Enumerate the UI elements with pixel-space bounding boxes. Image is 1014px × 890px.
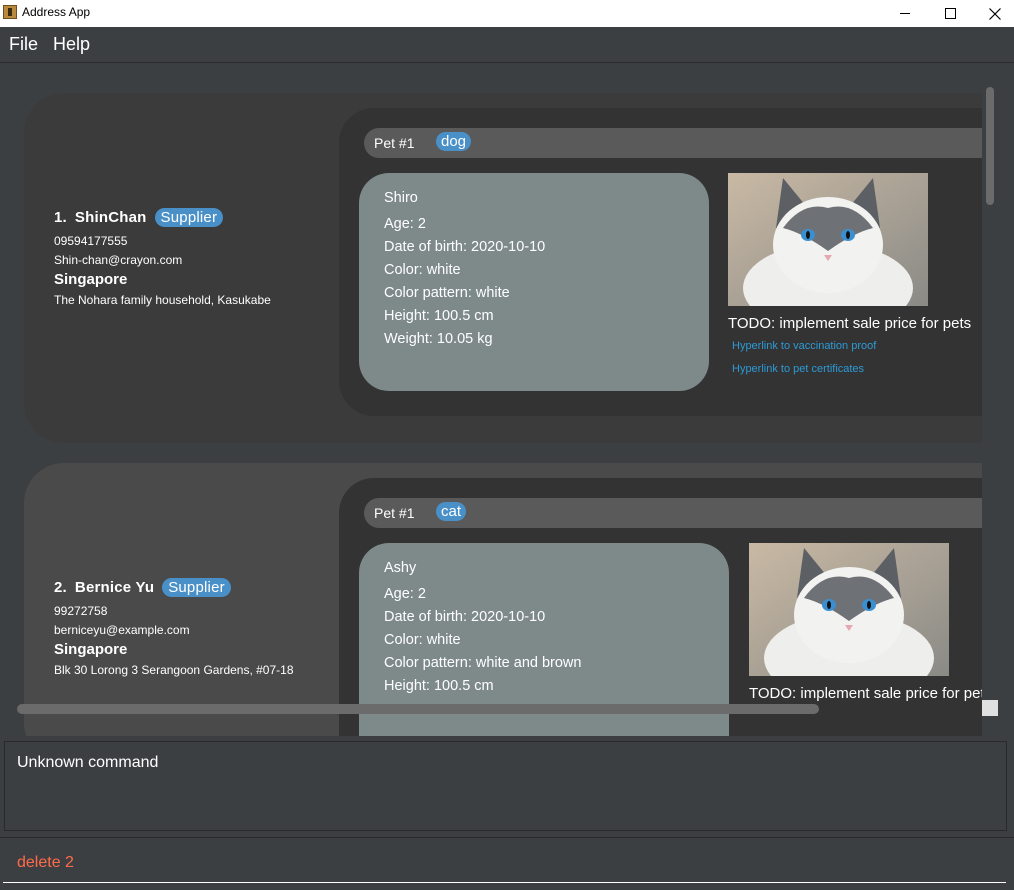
pet-header: Pet #1 dog — [364, 128, 982, 158]
pet-height: Height: 100.5 cm — [384, 678, 494, 694]
close-button[interactable] — [972, 0, 1014, 27]
pet-dob: Date of birth: 2020-10-10 — [384, 239, 546, 255]
pet-name: Ashy — [384, 560, 417, 576]
command-box[interactable]: delete 2 — [0, 837, 1014, 890]
scroll-corner — [982, 700, 998, 716]
vaccination-proof-link[interactable]: Hyperlink to vaccination proof — [732, 340, 876, 352]
menu-file[interactable]: File — [9, 34, 38, 55]
pet-photo — [749, 543, 949, 676]
pet-species-tag: cat — [436, 502, 467, 521]
person-details: 2. Bernice Yu Supplier 99272758 bernicey… — [54, 578, 294, 677]
pet-weight: Weight: 10.05 kg — [384, 331, 493, 347]
person-details: 1. ShinChan Supplier 09594177555 Shin-ch… — [54, 208, 271, 307]
person-address: Blk 30 Lorong 3 Serangoon Gardens, #07-1… — [54, 663, 294, 677]
person-tag: Supplier — [162, 578, 231, 597]
pet-species-tag: dog — [436, 132, 472, 151]
pet-color: Color: white — [384, 262, 461, 278]
person-email: Shin-chan@crayon.com — [54, 253, 183, 267]
person-index: 2. — [54, 579, 67, 596]
window-title: Address App — [22, 5, 91, 19]
person-card[interactable]: 1. ShinChan Supplier 09594177555 Shin-ch… — [24, 93, 982, 443]
command-input-underline — [3, 882, 1006, 883]
pet-sale-price-todo: TODO: implement sale price for pets — [728, 315, 972, 332]
title-bar: Address App — [0, 0, 1014, 27]
person-list[interactable]: 1. ShinChan Supplier 09594177555 Shin-ch… — [0, 63, 1014, 736]
person-card[interactable]: 2. Bernice Yu Supplier 99272758 bernicey… — [24, 463, 982, 736]
person-city: Singapore — [54, 641, 128, 658]
pet-number: Pet #1 — [374, 135, 415, 151]
person-phone: 99272758 — [54, 604, 108, 618]
person-address: The Nohara family household, Kasukabe — [54, 293, 271, 307]
person-name: ShinChan — [74, 209, 147, 226]
result-display[interactable]: Unknown command — [4, 741, 1007, 831]
pet-height: Height: 100.5 cm — [384, 308, 494, 324]
maximize-icon — [944, 8, 956, 19]
pet-certificates-link[interactable]: Hyperlink to pet certificates — [732, 363, 864, 375]
pet-sale-price-todo: TODO: implement sale price for pet — [749, 685, 982, 702]
person-name-row: 2. Bernice Yu Supplier — [54, 578, 294, 597]
person-city: Singapore — [54, 271, 128, 288]
app-icon — [3, 5, 17, 19]
person-phone: 09594177555 — [54, 234, 128, 248]
minimize-button[interactable] — [882, 0, 928, 27]
menu-bar: File Help — [0, 27, 1014, 63]
horizontal-scroll-thumb[interactable] — [17, 704, 819, 714]
pet-panel: Pet #1 dog Shiro Age: 2 Date of birth: 2… — [339, 108, 982, 416]
pet-color-pattern: Color pattern: white — [384, 285, 510, 301]
person-tag: Supplier — [154, 208, 224, 227]
vertical-scroll-thumb[interactable] — [986, 87, 994, 205]
person-name-row: 1. ShinChan Supplier — [54, 208, 271, 227]
pet-number: Pet #1 — [374, 505, 415, 521]
pet-color: Color: white — [384, 632, 461, 648]
maximize-button[interactable] — [927, 0, 973, 27]
close-icon — [989, 7, 1001, 20]
pet-dob: Date of birth: 2020-10-10 — [384, 609, 546, 625]
person-email: berniceyu@example.com — [54, 623, 190, 637]
pet-panel: Pet #1 cat Ashy Age: 2 Date of birth: 20… — [339, 478, 982, 736]
pet-age: Age: 2 — [384, 216, 426, 232]
minimize-icon — [900, 13, 910, 14]
person-index: 1. — [54, 209, 67, 226]
pet-color-pattern: Color pattern: white and brown — [384, 655, 582, 671]
person-name: Bernice Yu — [74, 579, 155, 596]
command-input[interactable]: delete 2 — [17, 854, 74, 872]
pet-info-box: Shiro Age: 2 Date of birth: 2020-10-10 C… — [359, 173, 709, 391]
menu-help[interactable]: Help — [53, 34, 90, 55]
pet-photo — [728, 173, 928, 306]
result-message: Unknown command — [17, 754, 159, 771]
pet-age: Age: 2 — [384, 586, 426, 602]
pet-header: Pet #1 cat — [364, 498, 982, 528]
pet-name: Shiro — [384, 190, 418, 206]
